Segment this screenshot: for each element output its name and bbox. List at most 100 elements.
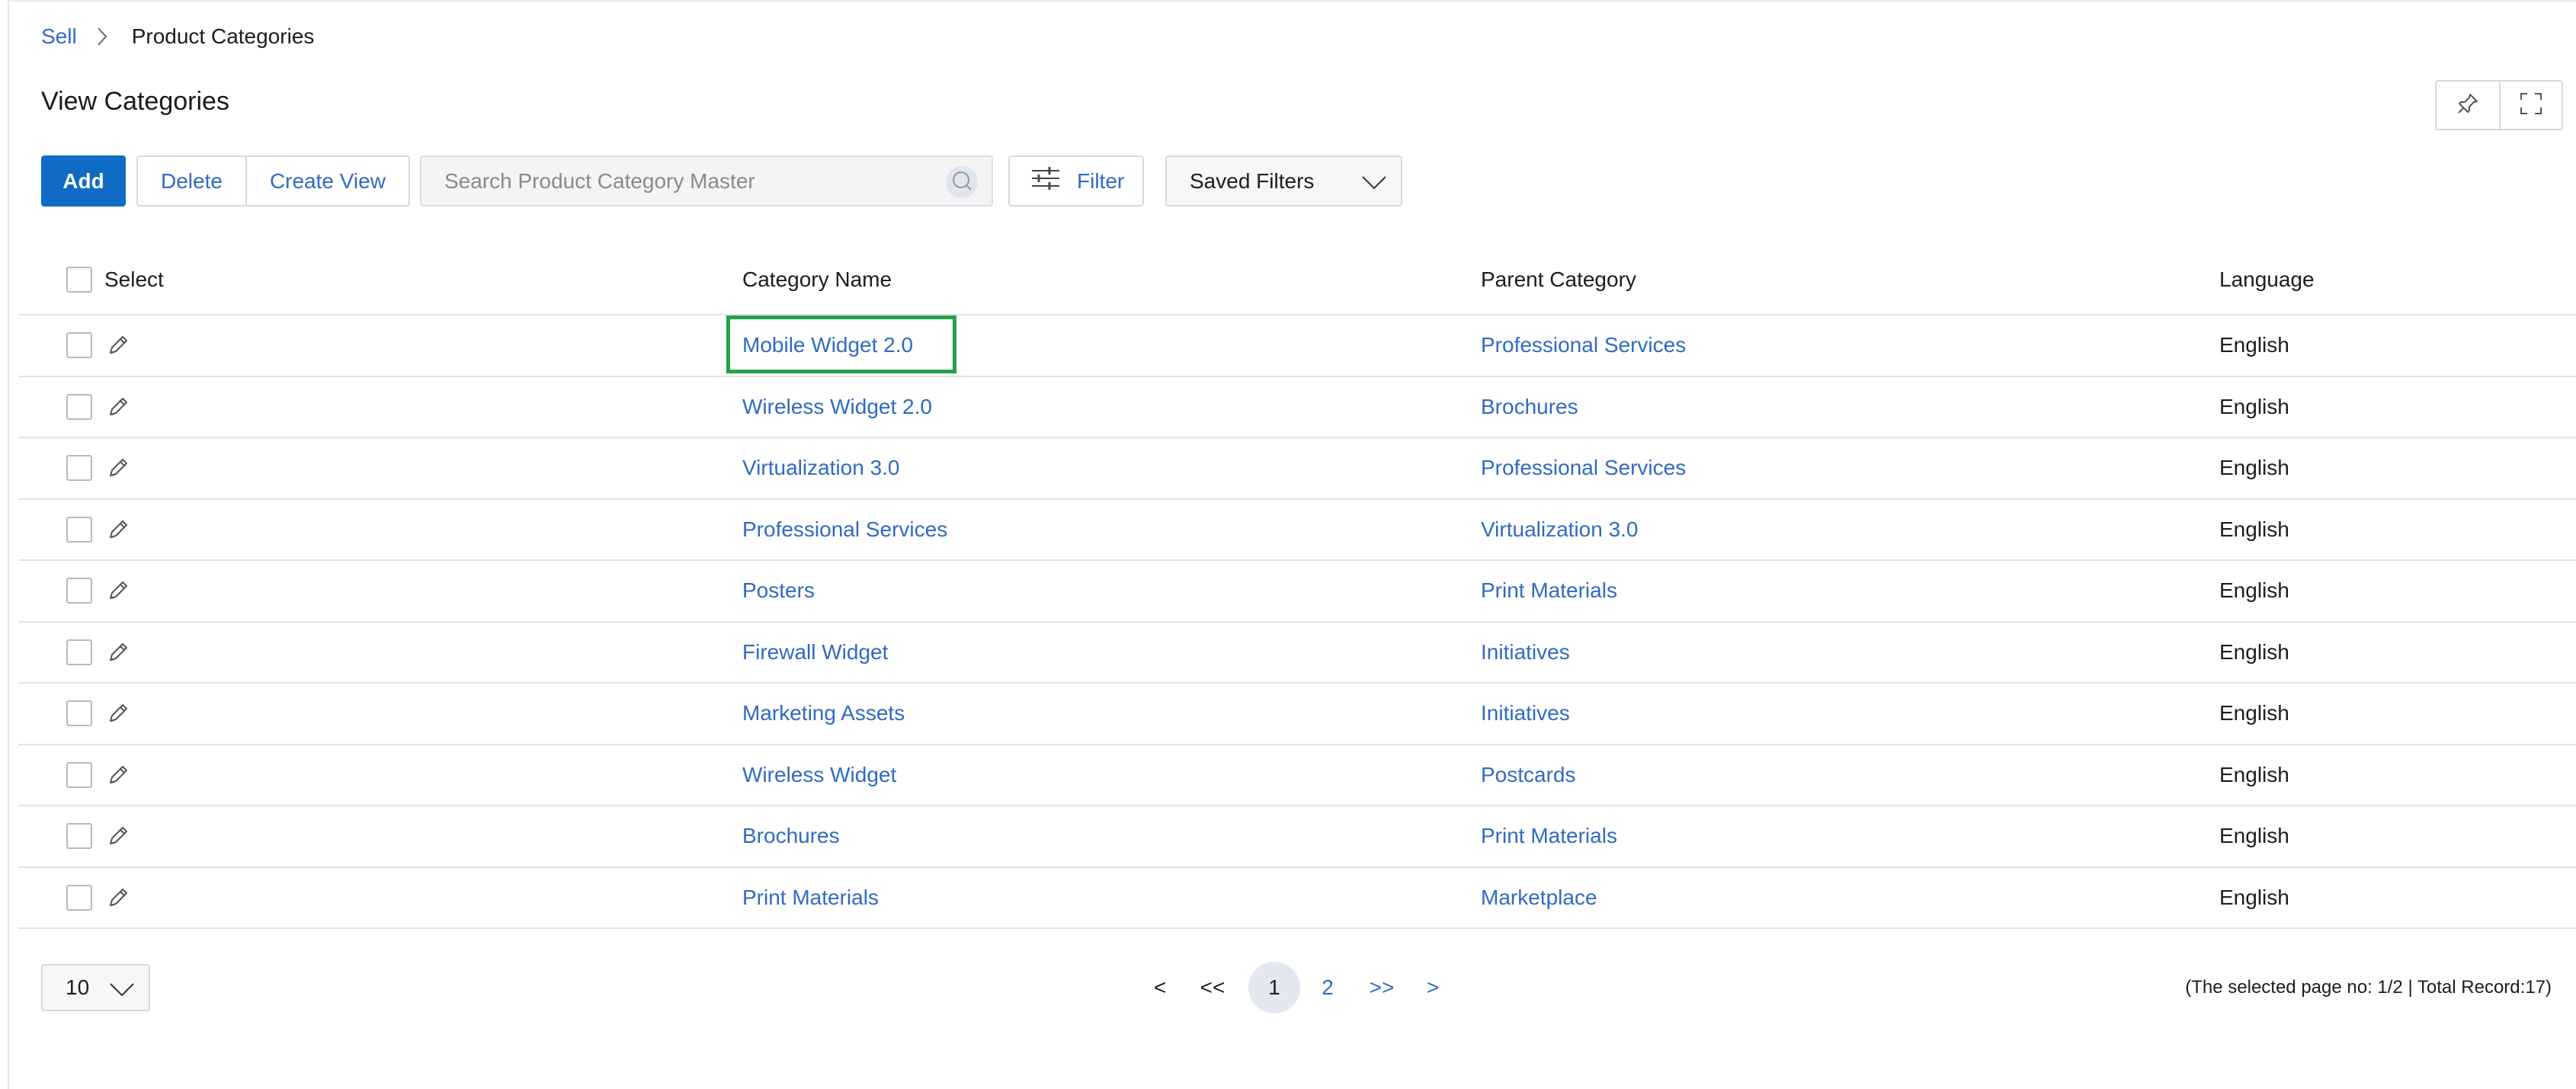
- record-info: (The selected page no: 1/2 | Total Recor…: [2185, 977, 2552, 998]
- table-row: Wireless Widget 2.0 Brochures English: [18, 377, 2576, 438]
- page-size-dropdown[interactable]: 10: [41, 964, 150, 1011]
- category-name-link[interactable]: Firewall Widget: [742, 640, 888, 665]
- next-page-button[interactable]: >: [1418, 975, 1448, 1000]
- pencil-icon[interactable]: [106, 701, 130, 725]
- parent-category-link[interactable]: Professional Services: [1481, 456, 1686, 480]
- saved-filters-label: Saved Filters: [1190, 168, 1315, 193]
- parent-category-link[interactable]: Brochures: [1481, 395, 1578, 419]
- parent-category-link[interactable]: Initiatives: [1481, 701, 1570, 725]
- delete-button[interactable]: Delete: [138, 157, 245, 205]
- saved-filters-dropdown[interactable]: Saved Filters: [1165, 155, 1402, 207]
- pencil-icon[interactable]: [106, 824, 130, 848]
- row-checkbox[interactable]: [66, 332, 92, 359]
- language-value: English: [2219, 333, 2289, 357]
- table-row: Print Materials Marketplace English: [18, 868, 2576, 929]
- pencil-icon[interactable]: [106, 578, 130, 603]
- parent-category-link[interactable]: Postcards: [1481, 763, 1576, 787]
- row-checkbox[interactable]: [66, 823, 92, 850]
- last-page-button[interactable]: >>: [1355, 975, 1408, 1000]
- category-name-link[interactable]: Brochures: [742, 824, 840, 848]
- parent-category-header: Parent Category: [1481, 267, 1636, 291]
- search-box: [420, 155, 993, 207]
- category-name-link[interactable]: Wireless Widget: [742, 763, 896, 787]
- category-name-link[interactable]: Wireless Widget 2.0: [742, 395, 932, 419]
- pencil-icon[interactable]: [106, 640, 130, 665]
- parent-category-link[interactable]: Print Materials: [1481, 824, 1617, 848]
- row-select-cell: [66, 868, 130, 928]
- sliders-icon: [1031, 166, 1060, 196]
- page-2-button[interactable]: 2: [1305, 975, 1350, 1000]
- row-select-cell: [66, 684, 130, 744]
- pencil-icon[interactable]: [106, 886, 130, 910]
- search-icon: [950, 169, 973, 196]
- row-select-cell: [66, 438, 130, 498]
- language-value: English: [2219, 578, 2289, 603]
- pencil-icon[interactable]: [106, 456, 130, 480]
- parent-category-link[interactable]: Virtualization 3.0: [1481, 517, 1639, 542]
- table-row: Professional Services Virtualization 3.0 E…: [18, 500, 2576, 561]
- breadcrumb-sell-link[interactable]: Sell: [41, 24, 77, 49]
- category-table: Select Category Name Parent Category Lan…: [18, 245, 2576, 929]
- row-checkbox[interactable]: [66, 393, 92, 420]
- parent-category-link[interactable]: Marketplace: [1481, 886, 1597, 910]
- table-row: Virtualization 3.0 Professional Services E…: [18, 438, 2576, 500]
- first-page-button[interactable]: <<: [1186, 975, 1239, 1000]
- search-button[interactable]: [946, 166, 978, 198]
- row-select-cell: [66, 806, 130, 866]
- pagination: < << 1 2 >> >: [1145, 962, 1448, 1014]
- fullscreen-button[interactable]: [2498, 82, 2562, 129]
- category-name-link[interactable]: Marketing Assets: [742, 701, 905, 725]
- row-checkbox[interactable]: [66, 700, 92, 727]
- row-select-cell: [66, 315, 130, 376]
- view-controls: [2435, 80, 2563, 130]
- search-input[interactable]: [444, 168, 932, 194]
- language-value: English: [2219, 885, 2289, 909]
- pencil-icon[interactable]: [106, 333, 130, 357]
- page-1-button[interactable]: 1: [1248, 962, 1300, 1014]
- row-checkbox[interactable]: [66, 884, 92, 911]
- pin-icon: [2456, 92, 2479, 119]
- add-button[interactable]: Add: [41, 155, 126, 207]
- row-checkbox[interactable]: [66, 761, 92, 788]
- row-checkbox[interactable]: [66, 639, 92, 665]
- parent-category-link[interactable]: Print Materials: [1481, 578, 1617, 603]
- row-select-cell: [66, 561, 130, 621]
- pencil-icon[interactable]: [106, 395, 130, 419]
- category-name-link[interactable]: Posters: [742, 578, 815, 603]
- language-value: English: [2219, 824, 2289, 848]
- category-name-header: Category Name: [742, 267, 892, 291]
- category-name-link[interactable]: Mobile Widget 2.0: [742, 333, 913, 357]
- category-name-link[interactable]: Print Materials: [742, 886, 879, 910]
- main-panel: Sell Product Categories View Categories …: [8, 0, 2576, 1089]
- page-size-value: 10: [66, 975, 90, 999]
- category-name-link[interactable]: Professional Services: [742, 517, 947, 542]
- create-view-button[interactable]: Create View: [245, 157, 409, 205]
- pencil-icon[interactable]: [106, 517, 130, 542]
- filter-button[interactable]: Filter: [1008, 155, 1144, 207]
- breadcrumb-current: Product Categories: [131, 24, 315, 48]
- table-row: Wireless Widget Postcards English: [18, 745, 2576, 806]
- prev-page-button[interactable]: <: [1145, 975, 1175, 1000]
- parent-category-link[interactable]: Professional Services: [1481, 333, 1686, 357]
- select-header: Select: [66, 245, 164, 314]
- language-value: English: [2219, 517, 2289, 541]
- table-row: Mobile Widget 2.0 Professional Services En…: [18, 315, 2576, 377]
- pencil-icon[interactable]: [106, 763, 130, 787]
- row-select-cell: [66, 500, 130, 560]
- pin-button[interactable]: [2437, 82, 2499, 129]
- row-select-cell: [66, 377, 130, 437]
- row-checkbox[interactable]: [66, 516, 92, 543]
- fullscreen-icon: [2519, 91, 2543, 120]
- table-row: Firewall Widget Initiatives English: [18, 623, 2576, 684]
- chevron-down-icon: [109, 979, 135, 1004]
- table-row: Marketing Assets Initiatives English: [18, 684, 2576, 745]
- row-checkbox[interactable]: [66, 578, 92, 604]
- parent-category-link[interactable]: Initiatives: [1481, 640, 1570, 665]
- select-all-checkbox[interactable]: [66, 267, 92, 293]
- category-name-link[interactable]: Virtualization 3.0: [742, 456, 900, 480]
- language-value: English: [2219, 456, 2289, 480]
- row-checkbox[interactable]: [66, 455, 92, 482]
- page-title: View Categories: [41, 87, 229, 116]
- select-header-label: Select: [104, 267, 164, 291]
- table-row: Posters Print Materials English: [18, 561, 2576, 623]
